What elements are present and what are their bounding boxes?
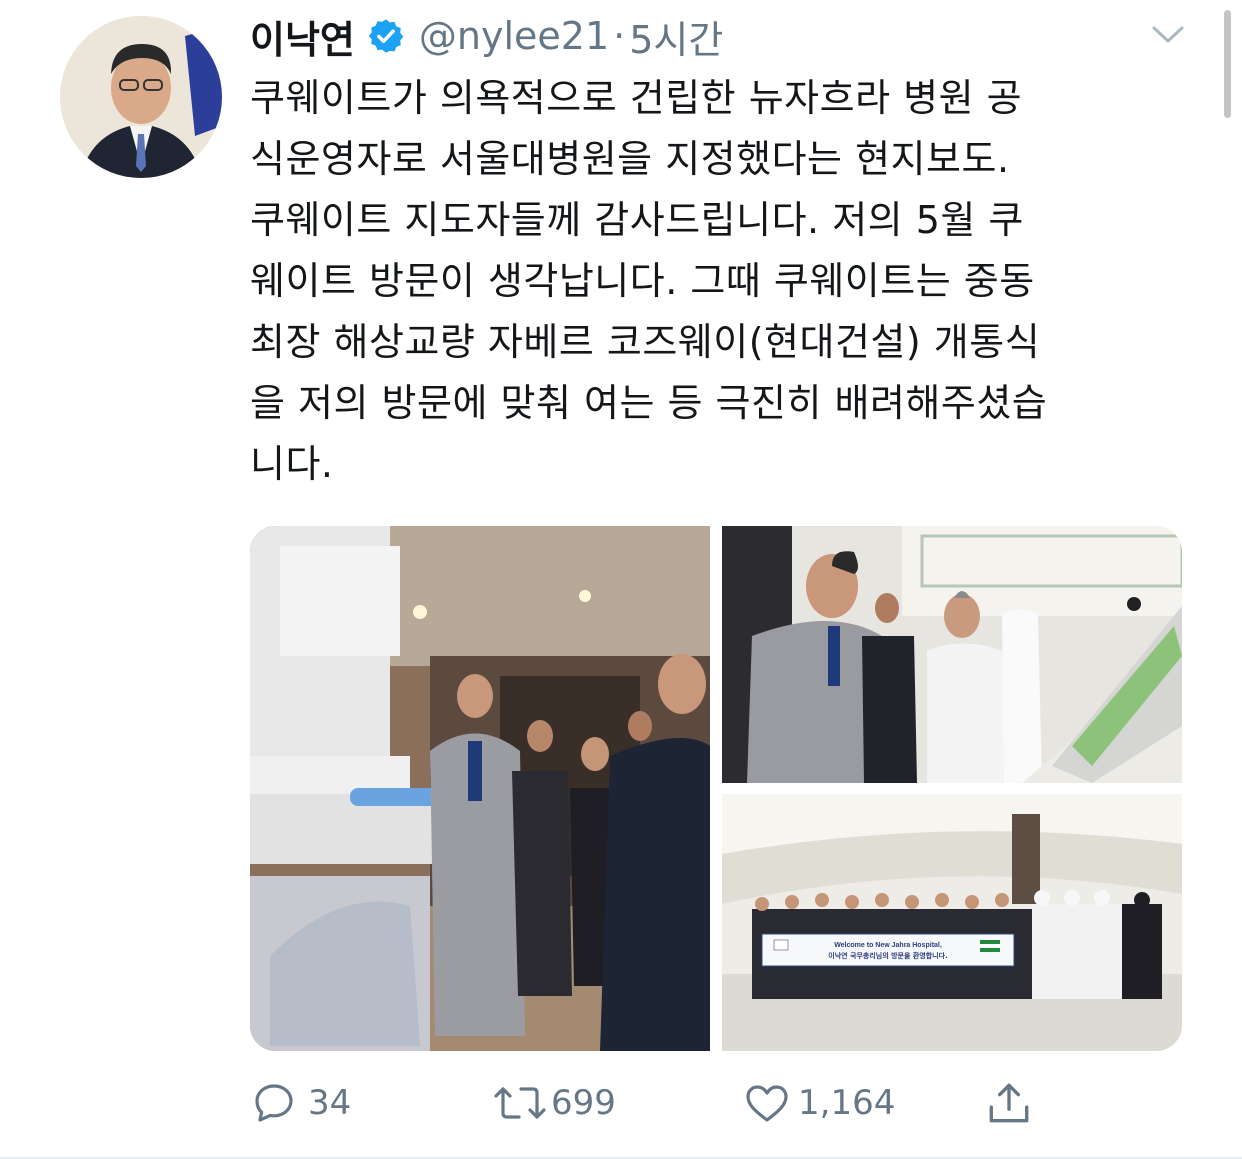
tweet-timestamp[interactable]: 5시간 (629, 9, 723, 64)
display-name[interactable]: 이낙연 (250, 9, 355, 64)
reply-count: 34 (308, 1083, 352, 1123)
like-icon (742, 1079, 792, 1127)
reply-icon (250, 1079, 298, 1127)
reply-button[interactable]: 34 (250, 1072, 351, 1134)
share-icon (984, 1078, 1034, 1128)
share-button[interactable] (984, 1072, 1034, 1134)
avatar[interactable] (60, 16, 222, 178)
photo-group-welcome[interactable]: Welcome to New Jahra Hospital, 이낙연 국무총리님… (722, 794, 1182, 1051)
photo-hospital-equipment[interactable] (250, 526, 710, 1051)
retweet-icon (493, 1079, 547, 1127)
scrollbar[interactable] (1224, 10, 1231, 118)
user-handle[interactable]: @nylee21 (419, 14, 609, 58)
chevron-down-icon[interactable] (1150, 20, 1186, 48)
like-count: 1,164 (798, 1083, 896, 1123)
banner-line-1: Welcome to New Jahra Hospital, (834, 942, 942, 949)
tweet-actions: 34 699 1,164 (250, 1072, 1050, 1134)
retweet-count: 699 (551, 1083, 616, 1123)
verified-badge-icon (367, 17, 405, 55)
like-button[interactable]: 1,164 (742, 1072, 895, 1134)
retweet-button[interactable]: 699 (493, 1072, 616, 1134)
tweet-text: 쿠웨이트가 의욕적으로 건립한 뉴자흐라 병원 공 식운영자로 서울대병원을 지… (250, 76, 1048, 486)
tweet-header: 이낙연 @nylee21 · 5시간 (250, 8, 723, 64)
photo-briefing-display[interactable] (722, 526, 1182, 783)
banner-line-2: 이낙연 국무총리님의 방문을 환영합니다. (828, 951, 947, 960)
media-grid: Welcome to New Jahra Hospital, 이낙연 국무총리님… (250, 526, 1182, 1051)
header-separator: · (613, 14, 626, 58)
